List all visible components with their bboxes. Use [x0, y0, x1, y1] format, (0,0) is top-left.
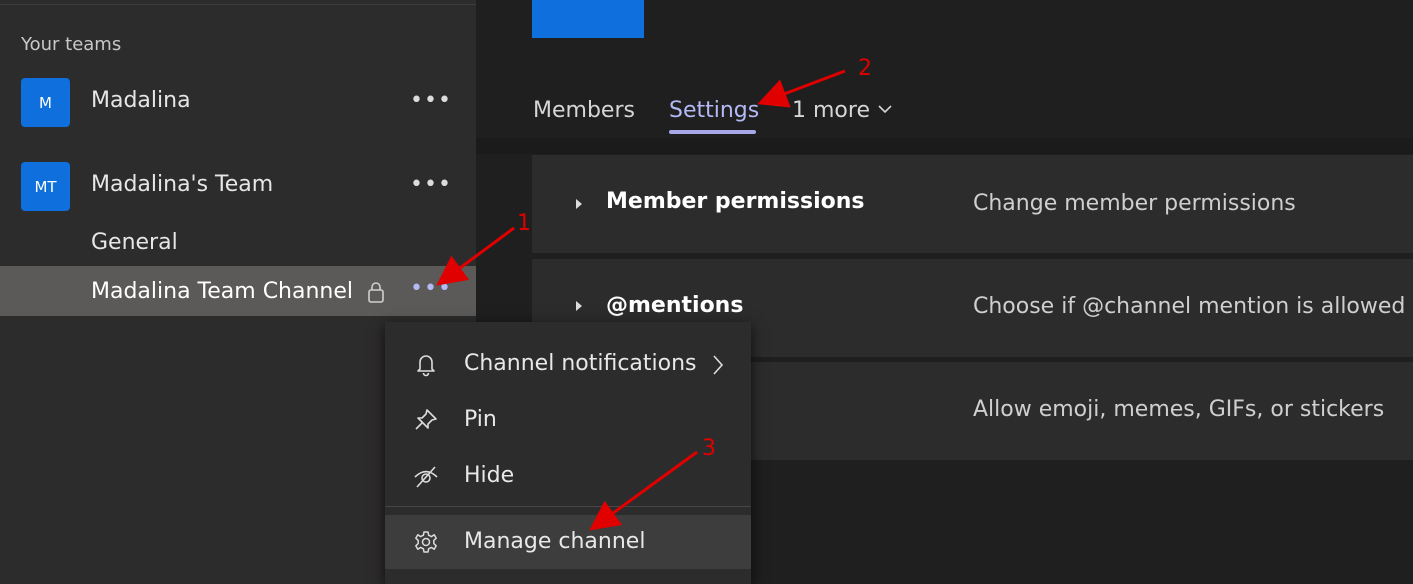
menu-item-label: Manage channel	[464, 529, 646, 554]
expand-caret-icon[interactable]	[574, 299, 584, 313]
team-more-options-icon[interactable]: •••	[410, 88, 452, 113]
menu-item-label: Channel notifications	[464, 351, 697, 376]
menu-item-manage-channel[interactable]: Manage channel	[385, 515, 751, 569]
lock-icon	[368, 282, 384, 303]
settings-row-description: Allow emoji, memes, GIFs, or stickers	[973, 397, 1385, 422]
team-name: Madalina	[91, 88, 191, 113]
team-name: Madalina's Team	[91, 172, 274, 197]
team-item-madalina[interactable]: M Madalina •••	[0, 78, 476, 134]
tab-settings[interactable]: Settings	[669, 98, 759, 123]
tab-members[interactable]: Members	[533, 98, 635, 123]
channel-item-madalina-team-channel[interactable]: Madalina Team Channel •••	[0, 266, 476, 316]
chevron-down-icon[interactable]	[877, 103, 893, 115]
menu-item-channel-notifications[interactable]: Channel notifications	[385, 337, 751, 391]
tabs-divider	[476, 138, 1413, 154]
settings-row-description: Change member permissions	[973, 191, 1296, 216]
pin-icon	[415, 409, 437, 430]
bell-icon	[417, 355, 435, 377]
tab-more[interactable]: 1 more	[792, 98, 870, 123]
channel-name: Madalina Team Channel	[91, 279, 354, 304]
menu-item-label: Hide	[464, 463, 515, 488]
sidebar-divider	[0, 4, 476, 5]
expand-caret-icon[interactable]	[574, 197, 584, 211]
chevron-right-icon	[713, 355, 724, 375]
settings-row-member-permissions[interactable]: Member permissions Change member permiss…	[532, 155, 1413, 253]
channel-more-options-icon[interactable]: •••	[410, 276, 452, 301]
channel-item-general[interactable]: General	[91, 230, 178, 255]
annotation-step-2: 2	[858, 56, 872, 81]
team-more-options-icon[interactable]: •••	[410, 172, 452, 197]
settings-row-title: Member permissions	[606, 189, 865, 214]
team-item-madalinas-team[interactable]: MT Madalina's Team •••	[0, 162, 476, 218]
channel-context-menu: Channel notifications Pin Hide Manage ch…	[385, 322, 751, 584]
menu-item-pin[interactable]: Pin	[385, 393, 751, 447]
settings-row-description: Choose if @channel mention is allowed	[973, 294, 1406, 319]
menu-item-label: Pin	[464, 407, 497, 432]
gear-icon	[415, 531, 437, 553]
active-tab-indicator	[669, 130, 756, 134]
annotation-step-3: 3	[702, 436, 716, 461]
settings-row-title: @mentions	[606, 293, 744, 318]
team-avatar: MT	[21, 162, 70, 211]
team-logo	[532, 0, 644, 38]
team-avatar: M	[21, 78, 70, 127]
your-teams-header: Your teams	[21, 34, 122, 55]
menu-item-hide[interactable]: Hide	[385, 449, 751, 503]
menu-divider	[385, 506, 751, 507]
hide-icon	[414, 466, 438, 488]
annotation-step-1: 1	[517, 211, 531, 236]
